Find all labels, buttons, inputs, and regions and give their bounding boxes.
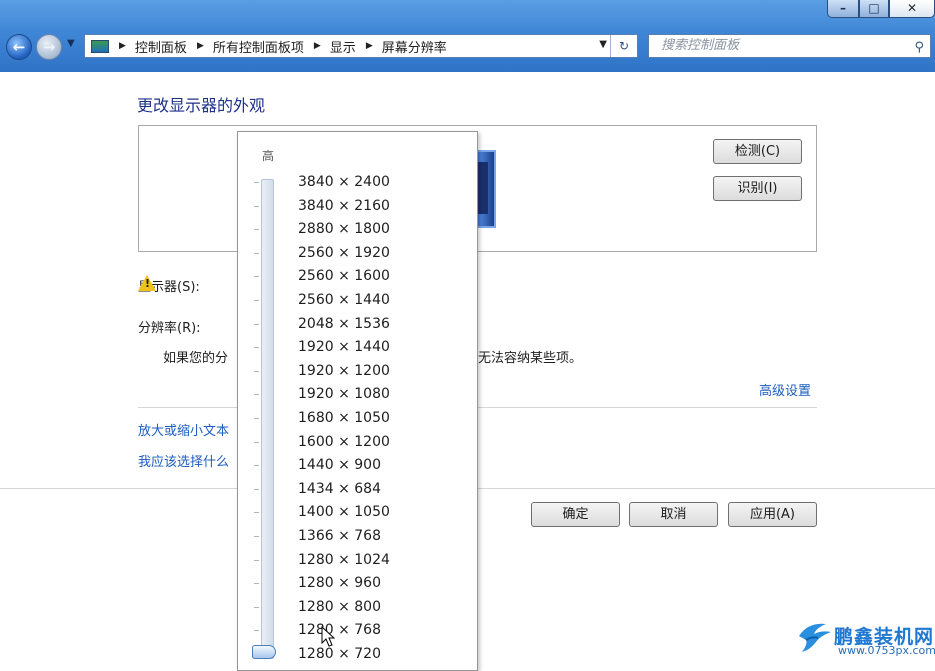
slider-tick [254,300,259,301]
refresh-icon[interactable]: ↻ [610,35,637,57]
slider-tick [254,182,259,183]
watermark-logo-icon [799,623,831,652]
warning-exclamation: ! [145,277,151,290]
warning-text-right: 无法容纳某些项。 [478,351,583,366]
chevron-right-icon[interactable]: ▶ [119,41,126,51]
back-button[interactable]: ← [6,34,32,60]
address-dropdown-icon[interactable]: ▼ [599,39,607,50]
slider-tick [254,630,259,632]
resolution-option[interactable]: 1440 × 900 [298,455,381,475]
control-panel-icon [91,39,109,53]
arrow-left-icon: ← [12,38,26,56]
detect-button[interactable]: 检测(C) [713,139,802,164]
slider-tick [254,559,259,561]
slider-tick [254,276,259,278]
resolution-option[interactable]: 1600 × 1200 [298,432,390,452]
advanced-settings-link[interactable]: 高级设置 [759,380,811,399]
resolution-option[interactable]: 3840 × 2160 [298,196,390,216]
resolution-option[interactable]: 1280 × 1024 [298,550,390,570]
slider-tick [254,229,259,231]
resolution-option[interactable]: 1280 × 720 [298,644,381,664]
warning-text-left: 如果您的分 [163,351,229,366]
resolution-option[interactable]: 2880 × 1800 [298,219,390,239]
arrow-right-icon: → [42,38,56,56]
slider-tick [254,441,259,443]
resolution-slider-thumb[interactable] [252,645,276,659]
resolution-dropdown[interactable]: 高 3840 × 2400 3840 × 2160 2880 × 1800 2560 … [237,131,478,671]
resolution-option[interactable]: 1920 × 1440 [298,337,390,357]
resolution-option[interactable]: 2560 × 1920 [298,243,390,263]
resolution-option[interactable]: 1920 × 1200 [298,361,390,381]
breadcrumb-screen-resolution[interactable]: 屏幕分辨率 [382,37,447,56]
cancel-button[interactable]: 取消 [629,502,718,527]
resolution-option[interactable]: 1680 × 1050 [298,408,390,428]
resolution-option[interactable]: 2560 × 1440 [298,290,390,310]
slider-tick [254,370,259,372]
chevron-right-icon[interactable]: ▶ [366,41,373,51]
breadcrumb-all-items[interactable]: 所有控制面板项 [213,37,304,56]
breadcrumb-display[interactable]: 显示 [330,37,356,56]
slider-tick [254,418,259,419]
high-label: 高 [262,149,275,163]
resolution-label: 分辨率(R): [138,321,201,336]
breadcrumb-control-panel[interactable]: 控制面板 [135,37,187,56]
slider-tick [254,536,259,537]
address-bar[interactable]: ▶ 控制面板 ▶ 所有控制面板项 ▶ 显示 ▶ 屏幕分辨率 ▼ ↻ [84,34,638,58]
resolution-option[interactable]: 1366 × 768 [298,526,381,546]
search-icon[interactable]: ⚲ [914,37,924,59]
resolution-option[interactable]: 1280 × 768 [298,620,381,640]
apply-button[interactable]: 应用(A) [728,502,817,527]
resolution-option[interactable]: 1434 × 684 [298,479,381,499]
resolution-option[interactable]: 1280 × 800 [298,597,381,617]
slider-tick [254,465,259,467]
resolution-option[interactable]: 2560 × 1600 [298,266,390,286]
resolution-option[interactable]: 2048 × 1536 [298,314,390,334]
window-titlebar: – □ ✕ ← → ▼ ▶ 控制面板 ▶ 所有控制面板项 ▶ 显示 ▶ 屏幕分辨… [0,0,935,72]
close-icon[interactable]: ✕ [889,0,935,18]
resolution-option[interactable]: 1280 × 960 [298,573,381,593]
mouse-cursor-icon [321,626,335,647]
search-input[interactable]: 搜索控制面板 ⚲ [648,34,931,58]
maximize-icon[interactable]: □ [859,0,889,18]
slider-tick [254,347,259,349]
chevron-right-icon[interactable]: ▶ [314,41,321,51]
resolution-slider-track[interactable] [261,179,274,659]
slider-tick [254,606,259,608]
window-controls: – □ ✕ [827,0,935,20]
which-setting-link[interactable]: 我应该选择什么 [138,451,229,470]
slider-tick [254,512,259,514]
watermark-url: www.0753px.com [838,644,935,657]
chevron-right-icon[interactable]: ▶ [197,41,204,51]
identify-button[interactable]: 识别(I) [713,176,802,201]
page-title: 更改显示器的外观 [137,96,266,115]
resolution-option[interactable]: 1920 × 1080 [298,384,390,404]
slider-tick [254,252,259,254]
minimize-icon[interactable]: – [827,0,859,18]
resolution-option[interactable]: 1400 × 1050 [298,502,390,522]
slider-tick [254,488,259,490]
resolution-option[interactable]: 3840 × 2400 [298,172,390,192]
slider-tick [254,205,259,207]
search-placeholder: 搜索控制面板 [661,38,740,53]
forward-button[interactable]: → [36,34,62,60]
ok-button[interactable]: 确定 [531,502,620,527]
text-size-link[interactable]: 放大或缩小文本 [138,420,229,439]
slider-tick [254,394,259,396]
recent-pages-dropdown-icon[interactable]: ▼ [67,38,75,49]
slider-tick [254,323,259,325]
slider-tick [254,583,259,585]
